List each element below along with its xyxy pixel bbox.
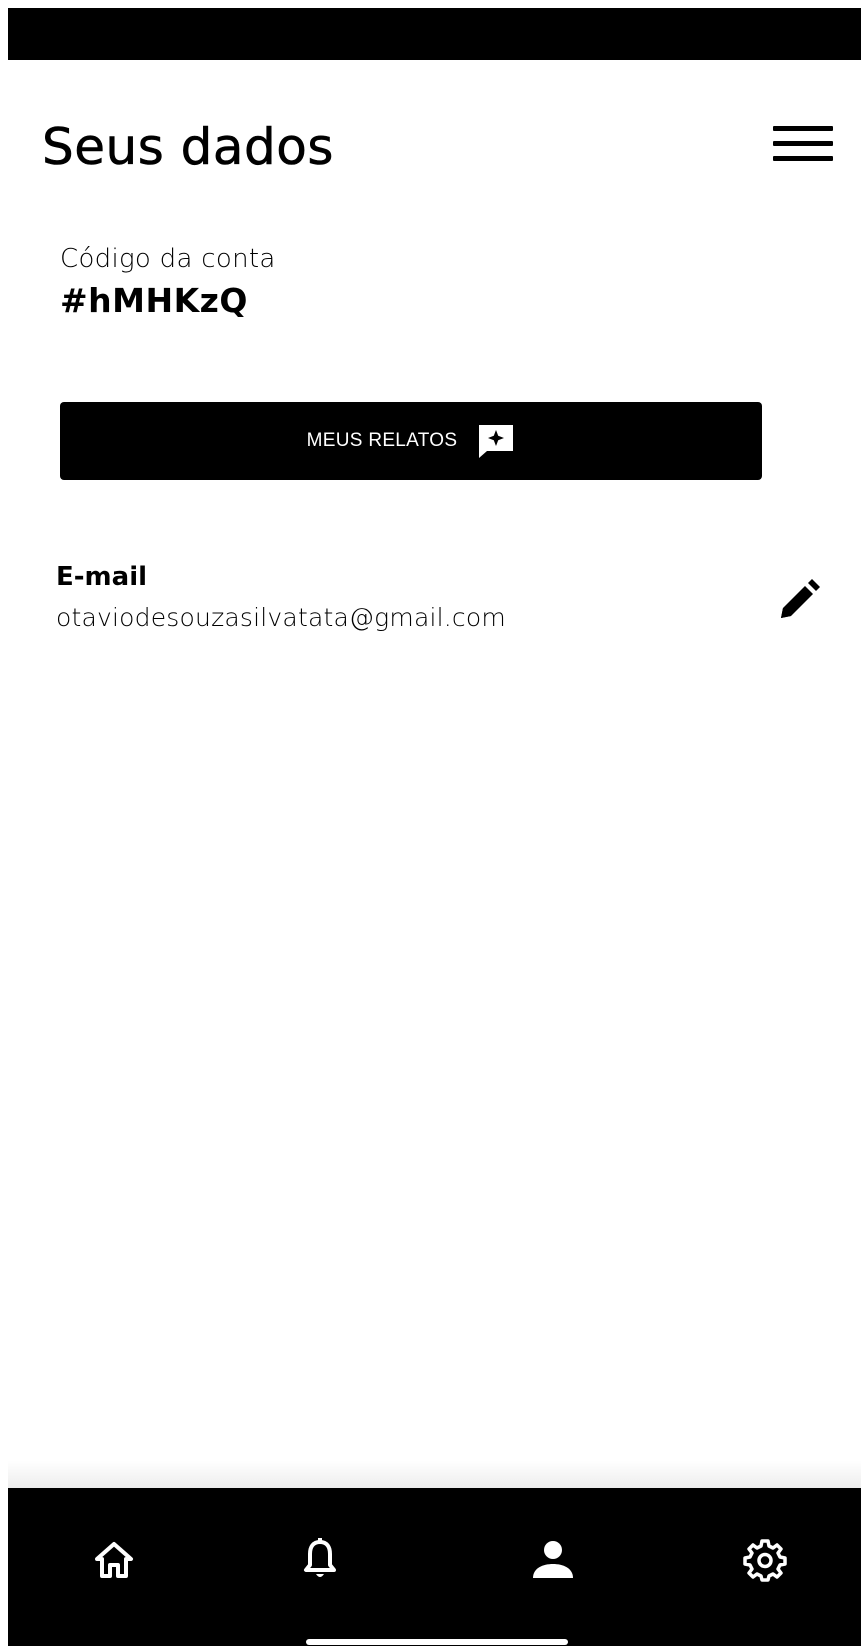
nav-profile-button[interactable] — [527, 1534, 579, 1586]
my-reports-label: MEUS RELATOS — [306, 430, 458, 451]
header: Seus dados — [42, 112, 833, 182]
person-icon — [533, 1541, 573, 1578]
gear-icon — [743, 1539, 787, 1582]
nav-settings-button[interactable] — [739, 1534, 791, 1586]
status-bar — [8, 8, 861, 60]
hamburger-menu-button[interactable] — [773, 124, 833, 164]
edit-email-button[interactable] — [775, 578, 821, 624]
bottom-navigation — [8, 1488, 861, 1646]
email-section: E-mail otaviodesouzasilvatata@gmail.com — [56, 558, 821, 648]
account-info: Código da conta #hMHKzQ — [60, 240, 276, 324]
hamburger-menu-bar — [773, 141, 833, 146]
email-value: otaviodesouzasilvatata@gmail.com — [56, 603, 506, 632]
hamburger-menu-bar — [773, 156, 833, 161]
pencil-icon — [781, 579, 820, 618]
email-label: E-mail — [56, 562, 148, 592]
page-title: Seus dados — [42, 118, 334, 177]
home-icon — [95, 1542, 133, 1578]
bottom-nav-shadow — [8, 1460, 861, 1488]
nav-home-button[interactable] — [88, 1534, 140, 1586]
hamburger-menu-icon — [773, 126, 833, 131]
account-code-label: Código da conta — [60, 244, 276, 274]
account-code-value: #hMHKzQ — [60, 281, 248, 320]
nav-notifications-button[interactable] — [294, 1534, 346, 1586]
my-reports-button[interactable]: MEUS RELATOS — [60, 402, 762, 480]
feedback-sparkle-icon — [477, 423, 515, 459]
bell-icon — [304, 1538, 336, 1577]
home-indicator — [306, 1639, 568, 1645]
